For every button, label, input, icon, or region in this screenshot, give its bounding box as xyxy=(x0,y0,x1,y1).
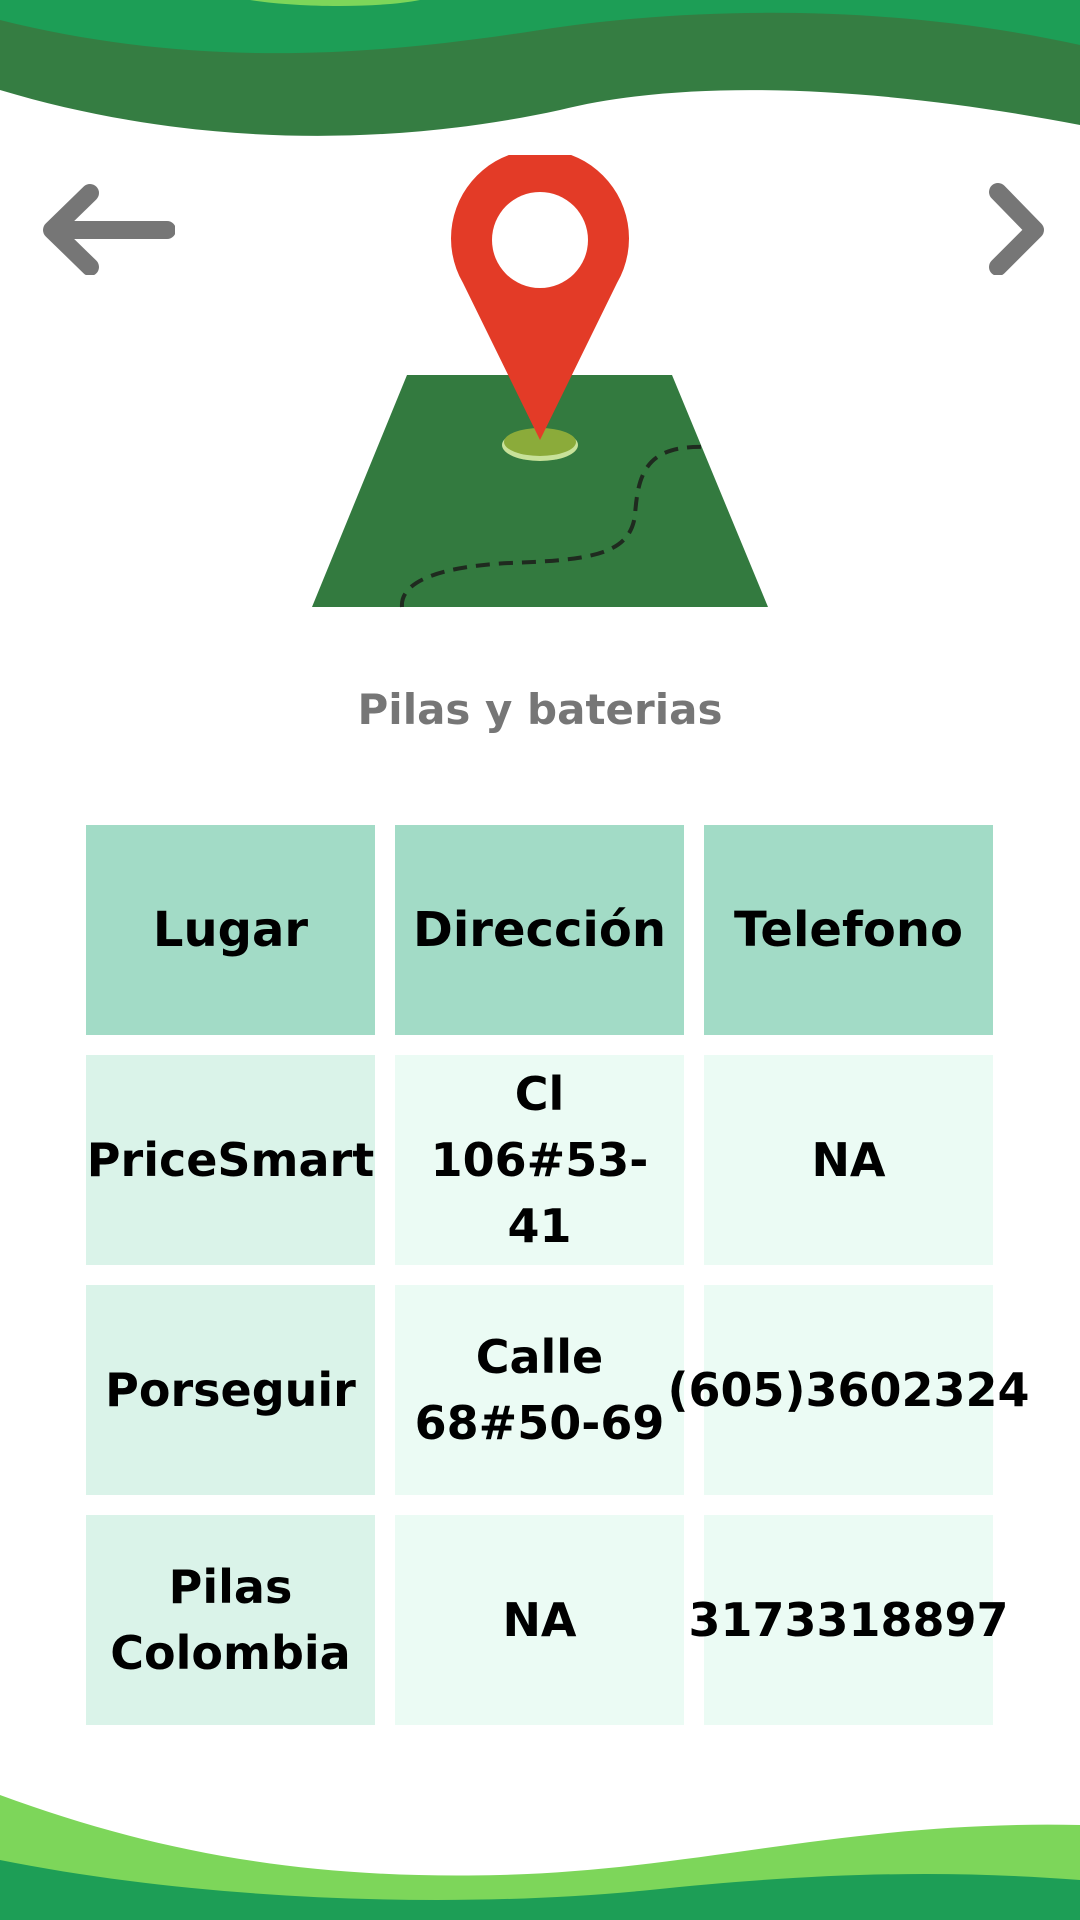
next-button[interactable] xyxy=(970,170,1060,280)
chevron-right-icon xyxy=(989,183,1044,275)
back-button[interactable] xyxy=(30,170,180,280)
locations-table: Lugar Dirección Telefono PriceSmart Cl 1… xyxy=(86,825,1030,1725)
header-lugar: Lugar xyxy=(86,825,375,1035)
map-pin-on-map-icon xyxy=(312,155,768,608)
bottom-wave-decoration xyxy=(0,1795,1080,1920)
row-1-direccion: Cl 106#53-41 xyxy=(395,1055,684,1265)
header-telefono: Telefono xyxy=(704,825,993,1035)
row-3-telefono: 3173318897 xyxy=(688,1515,1009,1725)
row-3-direccion: NA xyxy=(395,1515,684,1725)
row-1-telefono: NA xyxy=(704,1055,993,1265)
row-2-direccion: Calle 68#50-69 xyxy=(395,1285,684,1495)
arrow-left-icon xyxy=(43,184,175,275)
top-wave-decoration xyxy=(0,0,1080,136)
header-direccion: Dirección xyxy=(395,825,684,1035)
row-3-lugar: Pilas Colombia xyxy=(86,1515,375,1725)
row-2-lugar: Porseguir xyxy=(86,1285,375,1495)
page-title: Pilas y baterias xyxy=(357,685,723,734)
row-1-lugar: PriceSmart xyxy=(86,1055,375,1265)
row-2-telefono: (605)3602324 xyxy=(667,1285,1030,1495)
